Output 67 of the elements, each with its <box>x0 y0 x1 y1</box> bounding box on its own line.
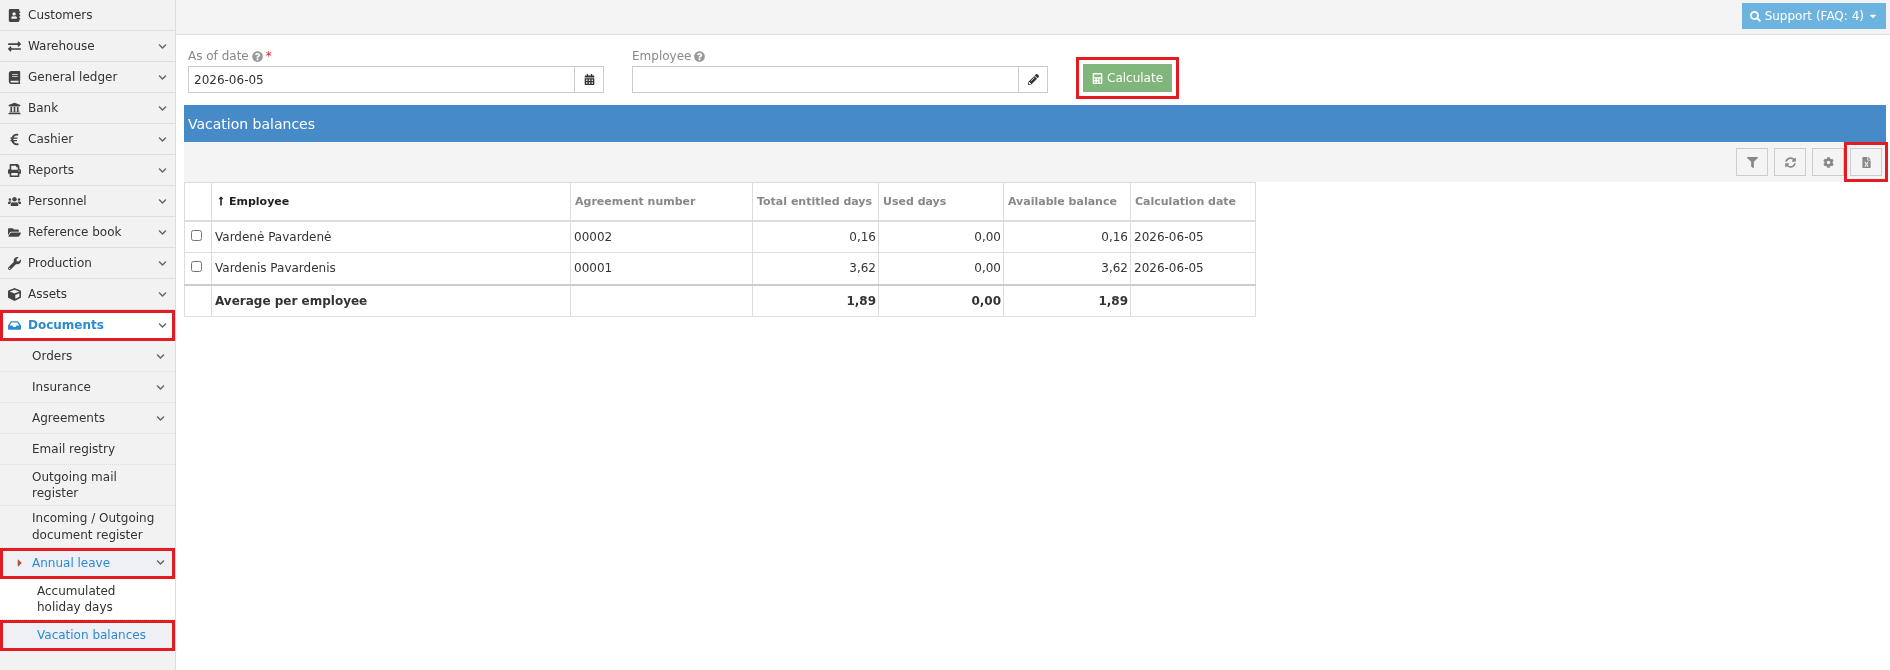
toolbar-button[interactable] <box>1812 148 1844 176</box>
chevron-icon <box>158 72 167 82</box>
chevron-icon <box>158 103 167 113</box>
chevron-icon <box>156 351 165 361</box>
filter-icon <box>1746 156 1758 168</box>
pencil-icon <box>1027 74 1039 85</box>
refresh-icon <box>1784 156 1796 168</box>
total-cell: 0,00 <box>878 284 1004 317</box>
chevron-icon <box>158 165 167 175</box>
column-header[interactable]: Employee <box>211 182 571 221</box>
total-cell: Average per employee <box>211 284 571 317</box>
wrench-icon <box>8 256 21 270</box>
employee-field[interactable] <box>632 66 1019 93</box>
chevron-icon <box>156 413 165 423</box>
field-label: As of date <box>188 49 249 63</box>
table-cell: 2026-06-05 <box>1130 220 1256 253</box>
chevron-icon <box>156 558 165 568</box>
contact-card-icon <box>8 8 21 22</box>
chevron-icon <box>158 196 167 206</box>
folder-icon <box>8 225 21 239</box>
chevron-icon <box>158 258 167 268</box>
panel-title: Vacation balances <box>184 105 1886 142</box>
pencil-button[interactable] <box>1019 66 1048 93</box>
table-cell: Vardenė Pavardenė <box>211 220 571 253</box>
toolbar-button[interactable] <box>1736 148 1768 176</box>
help-icon <box>251 50 263 62</box>
chevron-icon <box>156 382 165 392</box>
column-header[interactable]: Total entitled days <box>752 182 879 221</box>
table-cell: 00002 <box>570 220 753 253</box>
required-mark: * <box>265 49 272 63</box>
column-header[interactable]: Agreement number <box>570 182 753 221</box>
cube-icon <box>8 287 21 301</box>
field-label: Employee <box>632 49 692 63</box>
settings-icon <box>1822 156 1834 168</box>
search-icon <box>1749 10 1761 22</box>
table-cell: 0,00 <box>878 220 1004 253</box>
calculator-icon <box>1092 72 1103 84</box>
spreadsheet-file-icon <box>1860 156 1872 168</box>
column-header[interactable]: Used days <box>878 182 1004 221</box>
chevron-icon <box>158 227 167 237</box>
date-field[interactable]: 2026-06-05 <box>188 66 575 93</box>
chevron-icon <box>158 41 167 51</box>
row-checkbox[interactable] <box>191 261 202 273</box>
chevron-icon <box>158 320 167 330</box>
sort-icon <box>216 195 226 206</box>
total-cell: 1,89 <box>752 284 879 317</box>
help-icon <box>694 50 706 62</box>
bank-icon <box>8 101 21 115</box>
table-cell: 0,16 <box>752 220 879 253</box>
chevron-icon <box>158 134 167 144</box>
toolbar-button[interactable] <box>1774 148 1806 176</box>
table-cell: 0,16 <box>1003 220 1131 253</box>
total-cell: 1,89 <box>1003 284 1131 317</box>
inbox-icon <box>8 318 21 332</box>
calendar-button[interactable] <box>575 66 604 93</box>
column-header[interactable]: Calculation date <box>1130 182 1256 221</box>
row-checkbox[interactable] <box>191 229 202 241</box>
printer-icon <box>8 163 21 177</box>
arrows-icon <box>8 39 21 53</box>
column-header[interactable]: Available balance <box>1003 182 1131 221</box>
sidebar-subitem[interactable]: Accumulated holiday days <box>0 578 175 621</box>
chevron-icon <box>158 289 167 299</box>
calendar-icon <box>583 74 595 85</box>
euro-icon <box>8 132 21 146</box>
book-icon <box>8 70 21 84</box>
sidebar-item[interactable]: Documents <box>0 310 175 341</box>
users-icon <box>8 194 21 208</box>
